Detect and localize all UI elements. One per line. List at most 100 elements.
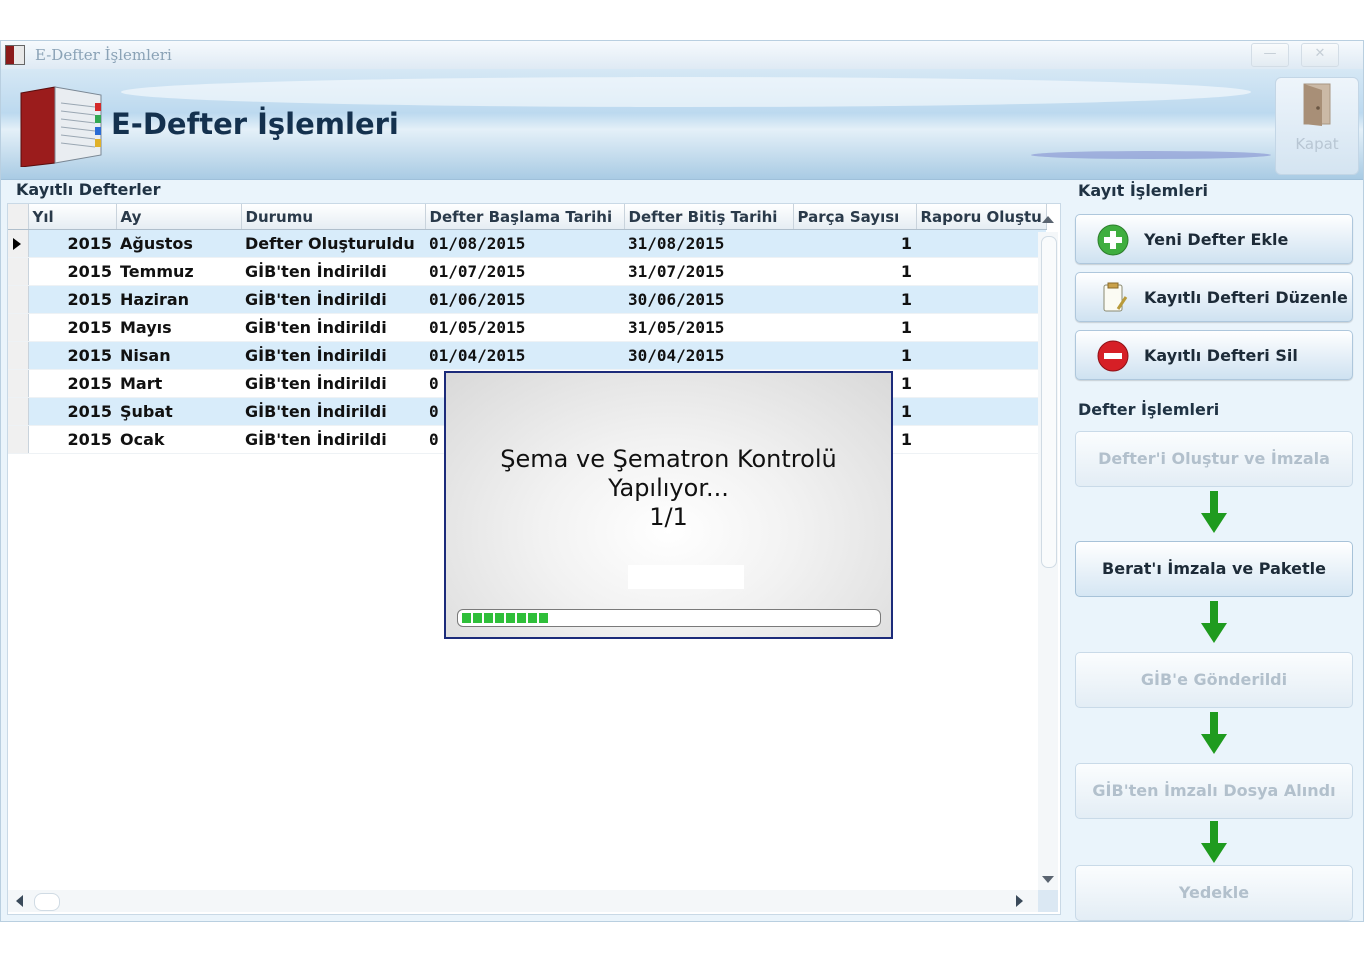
col-header-status[interactable]: Durumu	[241, 204, 426, 230]
cell-report[interactable]	[916, 397, 1047, 426]
scroll-up-icon[interactable]	[1042, 216, 1054, 223]
cell-year[interactable]: 2015	[28, 257, 116, 286]
cell-status[interactable]: GİB'ten İndirildi	[241, 257, 425, 286]
record-ops-title: Kayıt İşlemleri	[1075, 181, 1212, 200]
cell-end-date[interactable]: 31/08/2015	[624, 229, 793, 258]
cell-report[interactable]	[916, 425, 1047, 454]
cell-year[interactable]: 2015	[28, 341, 116, 370]
add-plus-icon	[1097, 224, 1129, 256]
cell-month[interactable]: Mayıs	[116, 313, 241, 342]
edit-ledger-button[interactable]: Kayıtlı Defteri Düzenle	[1075, 272, 1353, 322]
down-arrow-icon	[1201, 712, 1227, 754]
row-indicator[interactable]	[8, 341, 29, 370]
cell-status[interactable]: GİB'ten İndirildi	[241, 285, 425, 314]
table-row[interactable]: 2015 Mayıs GİB'ten İndirildi 01/05/2015 31/0…	[8, 313, 1047, 342]
cell-year[interactable]: 2015	[28, 313, 116, 342]
table-row[interactable]: 2015 Temmuz GİB'ten İndirildi 01/07/2015 31/…	[8, 257, 1047, 286]
cell-month[interactable]: Haziran	[116, 285, 241, 314]
cell-part-count[interactable]: 1	[793, 229, 916, 258]
col-header-report[interactable]: Raporu Oluştu	[916, 204, 1047, 230]
row-indicator[interactable]	[8, 425, 29, 454]
signed-file-received-button[interactable]: GİB'ten İmzalı Dosya Alındı	[1075, 763, 1353, 819]
clipboard-edit-icon	[1103, 282, 1128, 312]
cell-start-date[interactable]: 01/05/2015	[425, 313, 624, 342]
cell-start-date[interactable]: 01/04/2015	[425, 341, 624, 370]
cell-year[interactable]: 2015	[28, 369, 116, 398]
cell-report[interactable]	[916, 341, 1047, 370]
horizontal-scroll-thumb[interactable]	[34, 893, 60, 911]
ledger-book-icon	[20, 86, 102, 167]
col-header-part-count[interactable]: Parça Sayısı	[793, 204, 917, 230]
vertical-scroll-thumb[interactable]	[1041, 236, 1057, 568]
delete-ledger-button[interactable]: Kayıtlı Defteri Sil	[1075, 330, 1353, 380]
cell-status[interactable]: GİB'ten İndirildi	[241, 313, 425, 342]
cell-part-count[interactable]: 1	[793, 313, 916, 342]
cell-report[interactable]	[916, 257, 1047, 286]
cell-start-date[interactable]: 01/07/2015	[425, 257, 624, 286]
banner-title: E-Defter İşlemleri	[111, 107, 399, 141]
cell-end-date[interactable]: 30/06/2015	[624, 285, 793, 314]
horizontal-scrollbar[interactable]	[8, 890, 1038, 912]
row-indicator[interactable]	[8, 397, 29, 426]
table-row[interactable]: 2015 Ağustos Defter Oluşturuldu 01/08/2015 3…	[8, 229, 1047, 258]
cell-report[interactable]	[916, 285, 1047, 314]
cell-report[interactable]	[916, 229, 1047, 258]
cell-report[interactable]	[916, 313, 1047, 342]
cell-end-date[interactable]: 30/04/2015	[624, 341, 793, 370]
scroll-down-icon[interactable]	[1042, 876, 1054, 883]
row-indicator[interactable]	[8, 257, 29, 286]
add-ledger-button[interactable]: Yeni Defter Ekle	[1075, 214, 1353, 264]
progress-dialog: Şema ve Şematron Kontrolü Yapılıyor... 1…	[444, 371, 893, 639]
table-row[interactable]: 2015 Nisan GİB'ten İndirildi 01/04/2015 30/0…	[8, 341, 1047, 370]
cell-month[interactable]: Nisan	[116, 341, 241, 370]
cell-status[interactable]: GİB'ten İndirildi	[241, 369, 425, 398]
sent-to-gib-button[interactable]: GİB'e Gönderildi	[1075, 652, 1353, 708]
backup-button[interactable]: Yedekle	[1075, 865, 1353, 921]
down-arrow-icon	[1201, 821, 1227, 863]
row-indicator[interactable]	[8, 369, 29, 398]
col-header-month[interactable]: Ay	[116, 204, 242, 230]
table-row[interactable]: 2015 Haziran GİB'ten İndirildi 01/06/2015 30…	[8, 285, 1047, 314]
scroll-left-icon[interactable]	[16, 895, 23, 907]
cell-month[interactable]: Mart	[116, 369, 241, 398]
close-screen-button[interactable]: Kapat	[1275, 77, 1359, 175]
cell-month[interactable]: Ocak	[116, 425, 241, 454]
row-indicator[interactable]	[8, 313, 29, 342]
cell-end-date[interactable]: 31/05/2015	[624, 313, 793, 342]
col-header-end-date[interactable]: Defter Bitiş Tarihi	[624, 204, 794, 230]
cell-start-date[interactable]: 01/06/2015	[425, 285, 624, 314]
close-screen-label: Kapat	[1295, 135, 1339, 153]
progress-bar	[457, 609, 881, 627]
vertical-scrollbar[interactable]	[1038, 232, 1058, 890]
scroll-right-icon[interactable]	[1016, 895, 1023, 907]
sign-and-package-berat-button[interactable]: Berat'ı İmzala ve Paketle	[1075, 541, 1353, 597]
close-button[interactable]: ✕	[1301, 43, 1339, 67]
row-indicator[interactable]	[8, 285, 29, 314]
cell-year[interactable]: 2015	[28, 397, 116, 426]
cell-end-date[interactable]: 31/07/2015	[624, 257, 793, 286]
create-and-sign-ledger-button[interactable]: Defter'i Oluştur ve İmzala	[1075, 431, 1353, 487]
edit-ledger-label: Kayıtlı Defteri Düzenle	[1144, 288, 1348, 307]
cell-year[interactable]: 2015	[28, 229, 116, 258]
cell-status[interactable]: Defter Oluşturuldu	[241, 229, 425, 258]
dialog-counter: 1/1	[649, 503, 688, 531]
row-indicator[interactable]	[8, 229, 29, 258]
col-header-start-date[interactable]: Defter Başlama Tarihi	[425, 204, 625, 230]
col-header-year[interactable]: Yıl	[28, 204, 117, 230]
minimize-button[interactable]: —	[1251, 43, 1289, 67]
delete-minus-icon	[1097, 340, 1129, 372]
cell-year[interactable]: 2015	[28, 285, 116, 314]
down-arrow-icon	[1201, 601, 1227, 643]
cell-start-date[interactable]: 01/08/2015	[425, 229, 624, 258]
cell-part-count[interactable]: 1	[793, 285, 916, 314]
cell-part-count[interactable]: 1	[793, 257, 916, 286]
cell-status[interactable]: GİB'ten İndirildi	[241, 425, 425, 454]
cell-part-count[interactable]: 1	[793, 341, 916, 370]
cell-month[interactable]: Ağustos	[116, 229, 241, 258]
cell-status[interactable]: GİB'ten İndirildi	[241, 397, 425, 426]
cell-month[interactable]: Şubat	[116, 397, 241, 426]
cell-report[interactable]	[916, 369, 1047, 398]
cell-year[interactable]: 2015	[28, 425, 116, 454]
cell-status[interactable]: GİB'ten İndirildi	[241, 341, 425, 370]
cell-month[interactable]: Temmuz	[116, 257, 241, 286]
